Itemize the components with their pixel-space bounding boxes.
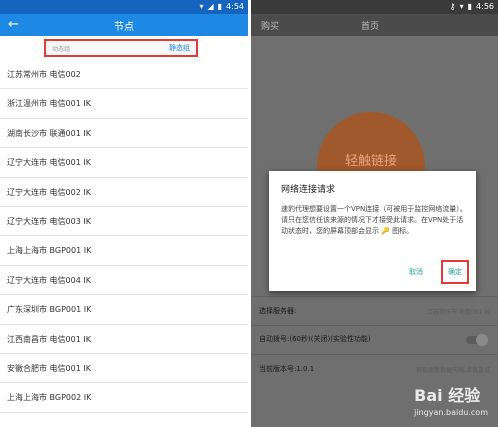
app-bar: 购买 首页	[251, 14, 498, 36]
status-time: 4:54	[226, 2, 244, 11]
group-filter-bar[interactable]: 动态组 静态组	[44, 39, 198, 57]
server-label: 选择服务器:	[259, 307, 297, 315]
tab-home[interactable]: 首页	[361, 19, 379, 32]
node-item[interactable]: 湖南长沙市 联通001 IK	[0, 119, 248, 149]
baidu-jingyan-watermark: Bai 经验 jingyan.baidu.com	[414, 382, 488, 417]
confirm-button[interactable]: 确定	[441, 260, 469, 284]
vpn-connection-dialog: 网络连接请求 速豹代理想要设置一个VPN连接（可被用于监控网络流量）。请只在您信…	[269, 171, 476, 291]
version-label: 当前版本号:1.0.1	[259, 365, 315, 373]
key-icon: ⚷	[449, 2, 456, 11]
node-item[interactable]: 江西南昌市 电信001 IK	[0, 325, 248, 354]
battery-icon: ▮	[467, 2, 473, 11]
wifi-icon: ▾	[459, 2, 464, 11]
node-list-screen: ▾ ◢ ▮ 4:54 ← 节点 动态组 静态组 江苏常州市 电信002 浙江温州…	[0, 0, 248, 427]
dialog-message: 速豹代理想要设置一个VPN连接（可被用于监控网络流量）。请只在您信任该来源的情况…	[281, 205, 467, 235]
node-item[interactable]: 辽宁大连市 电信002 IK	[0, 178, 248, 207]
auto-dial-label: 自动拨号:(60秒)(关闭)(实验性功能)	[259, 335, 371, 343]
app-bar: ← 节点	[0, 14, 248, 36]
node-item[interactable]: 上海上海市 BGP002 IK	[0, 383, 248, 413]
node-item[interactable]: 广东深圳市 BGP001 IK	[0, 295, 248, 325]
divider	[251, 354, 498, 355]
status-time: 4:56	[476, 2, 494, 11]
dialog-title: 网络连接请求	[281, 185, 336, 195]
connect-label: 轻触链接	[344, 154, 397, 169]
node-item[interactable]: 辽宁大连市 电信004 IK	[0, 266, 248, 296]
node-item[interactable]: 安徽合肥市 电信001 IK	[0, 354, 248, 384]
node-item[interactable]: 浙江温州市 电信001 IK	[0, 89, 248, 119]
node-list: 江苏常州市 电信002 浙江温州市 电信001 IK 湖南长沙市 联通001 I…	[0, 60, 248, 413]
auto-dial-toggle[interactable]	[466, 334, 488, 346]
page-title: 节点	[114, 22, 134, 33]
node-item[interactable]: 江苏常州市 电信002	[0, 60, 248, 90]
divider	[251, 296, 498, 297]
version-retry-link[interactable]: 获取更新数据失败,点我重试	[416, 365, 490, 374]
server-value[interactable]: 江苏常州市 电信001 IK	[427, 307, 490, 316]
divider	[251, 325, 498, 326]
node-item[interactable]: 辽宁大连市 电信001 IK	[0, 148, 248, 178]
status-bar: ⚷ ▾ ▮ 4:56	[251, 0, 498, 14]
wifi-icon: ▾	[199, 2, 204, 11]
battery-icon: ▮	[217, 2, 223, 11]
watermark-brand: Bai 经验	[414, 386, 481, 405]
dynamic-group-input[interactable]: 动态组	[52, 44, 70, 53]
status-icons: ⚷ ▾ ▮ 4:56	[450, 2, 494, 11]
status-icons: ▾ ◢ ▮ 4:54	[199, 2, 244, 11]
home-screen-with-vpn-dialog: ⚷ ▾ ▮ 4:56 购买 首页 轻触链接 选择服务器: 江苏常州市 电信001…	[251, 0, 498, 427]
static-group-button[interactable]: 静态组	[169, 43, 190, 53]
cancel-button[interactable]: 取消	[409, 267, 423, 277]
tab-buy[interactable]: 购买	[261, 19, 279, 32]
node-item[interactable]: 辽宁大连市 电信003 IK	[0, 207, 248, 237]
watermark-url: jingyan.baidu.com	[414, 408, 488, 417]
signal-icon: ◢	[207, 2, 214, 11]
node-item[interactable]: 上海上海市 BGP001 IK	[0, 236, 248, 266]
status-bar: ▾ ◢ ▮ 4:54	[0, 0, 248, 14]
